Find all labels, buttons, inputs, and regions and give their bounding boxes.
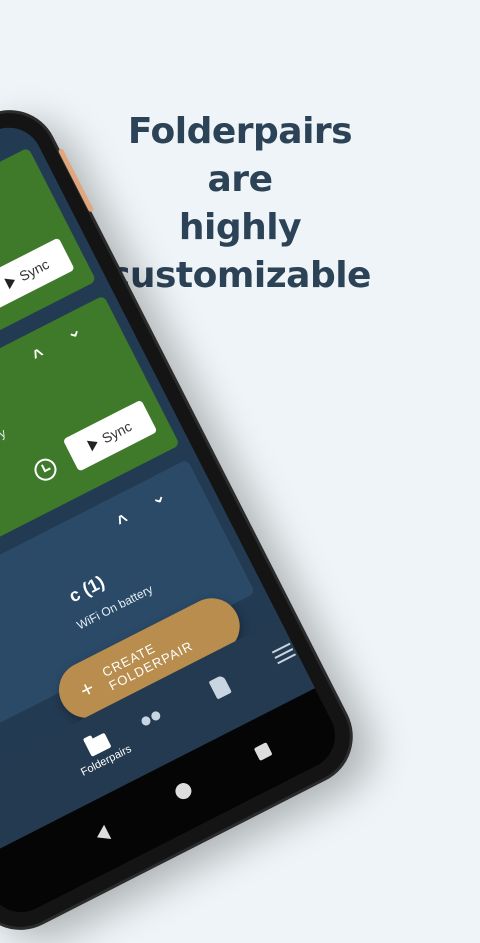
- headline-line-2: highly: [178, 207, 302, 248]
- nav-item-sdcard[interactable]: [208, 674, 232, 700]
- sync-button[interactable]: Sync: [0, 237, 75, 310]
- sd-card-icon: [208, 674, 232, 700]
- home-icon[interactable]: [172, 780, 195, 802]
- nav-item-menu[interactable]: [271, 642, 298, 668]
- headline-line-1: Folderpairs are: [127, 111, 353, 200]
- headline: Folderpairs are highly customizable: [90, 108, 390, 300]
- chevron-up-icon[interactable]: ^: [29, 344, 48, 367]
- chevron-down-icon[interactable]: ⌄: [146, 484, 169, 510]
- back-icon[interactable]: [93, 824, 112, 845]
- sync-button-label: Sync: [99, 418, 135, 447]
- menu-icon: [271, 642, 296, 665]
- folderpair-status: battery: [0, 425, 9, 455]
- nav-item-folderpairs[interactable]: Folderpairs: [54, 717, 149, 786]
- play-icon: [4, 274, 18, 290]
- chevron-up-icon[interactable]: ^: [114, 510, 133, 533]
- chevron-down-icon[interactable]: ⌄: [62, 319, 85, 345]
- plus-icon: +: [75, 674, 100, 704]
- recent-apps-icon[interactable]: [253, 742, 273, 761]
- headline-line-3: customizable: [109, 255, 371, 296]
- play-icon: [86, 436, 101, 452]
- people-icon: [138, 709, 166, 732]
- nav-item-accounts[interactable]: [138, 709, 166, 732]
- history-icon[interactable]: [30, 454, 61, 485]
- sync-button[interactable]: Sync: [62, 399, 158, 472]
- sync-button-label: Sync: [16, 255, 52, 285]
- folderpair-title: c (1): [65, 571, 108, 607]
